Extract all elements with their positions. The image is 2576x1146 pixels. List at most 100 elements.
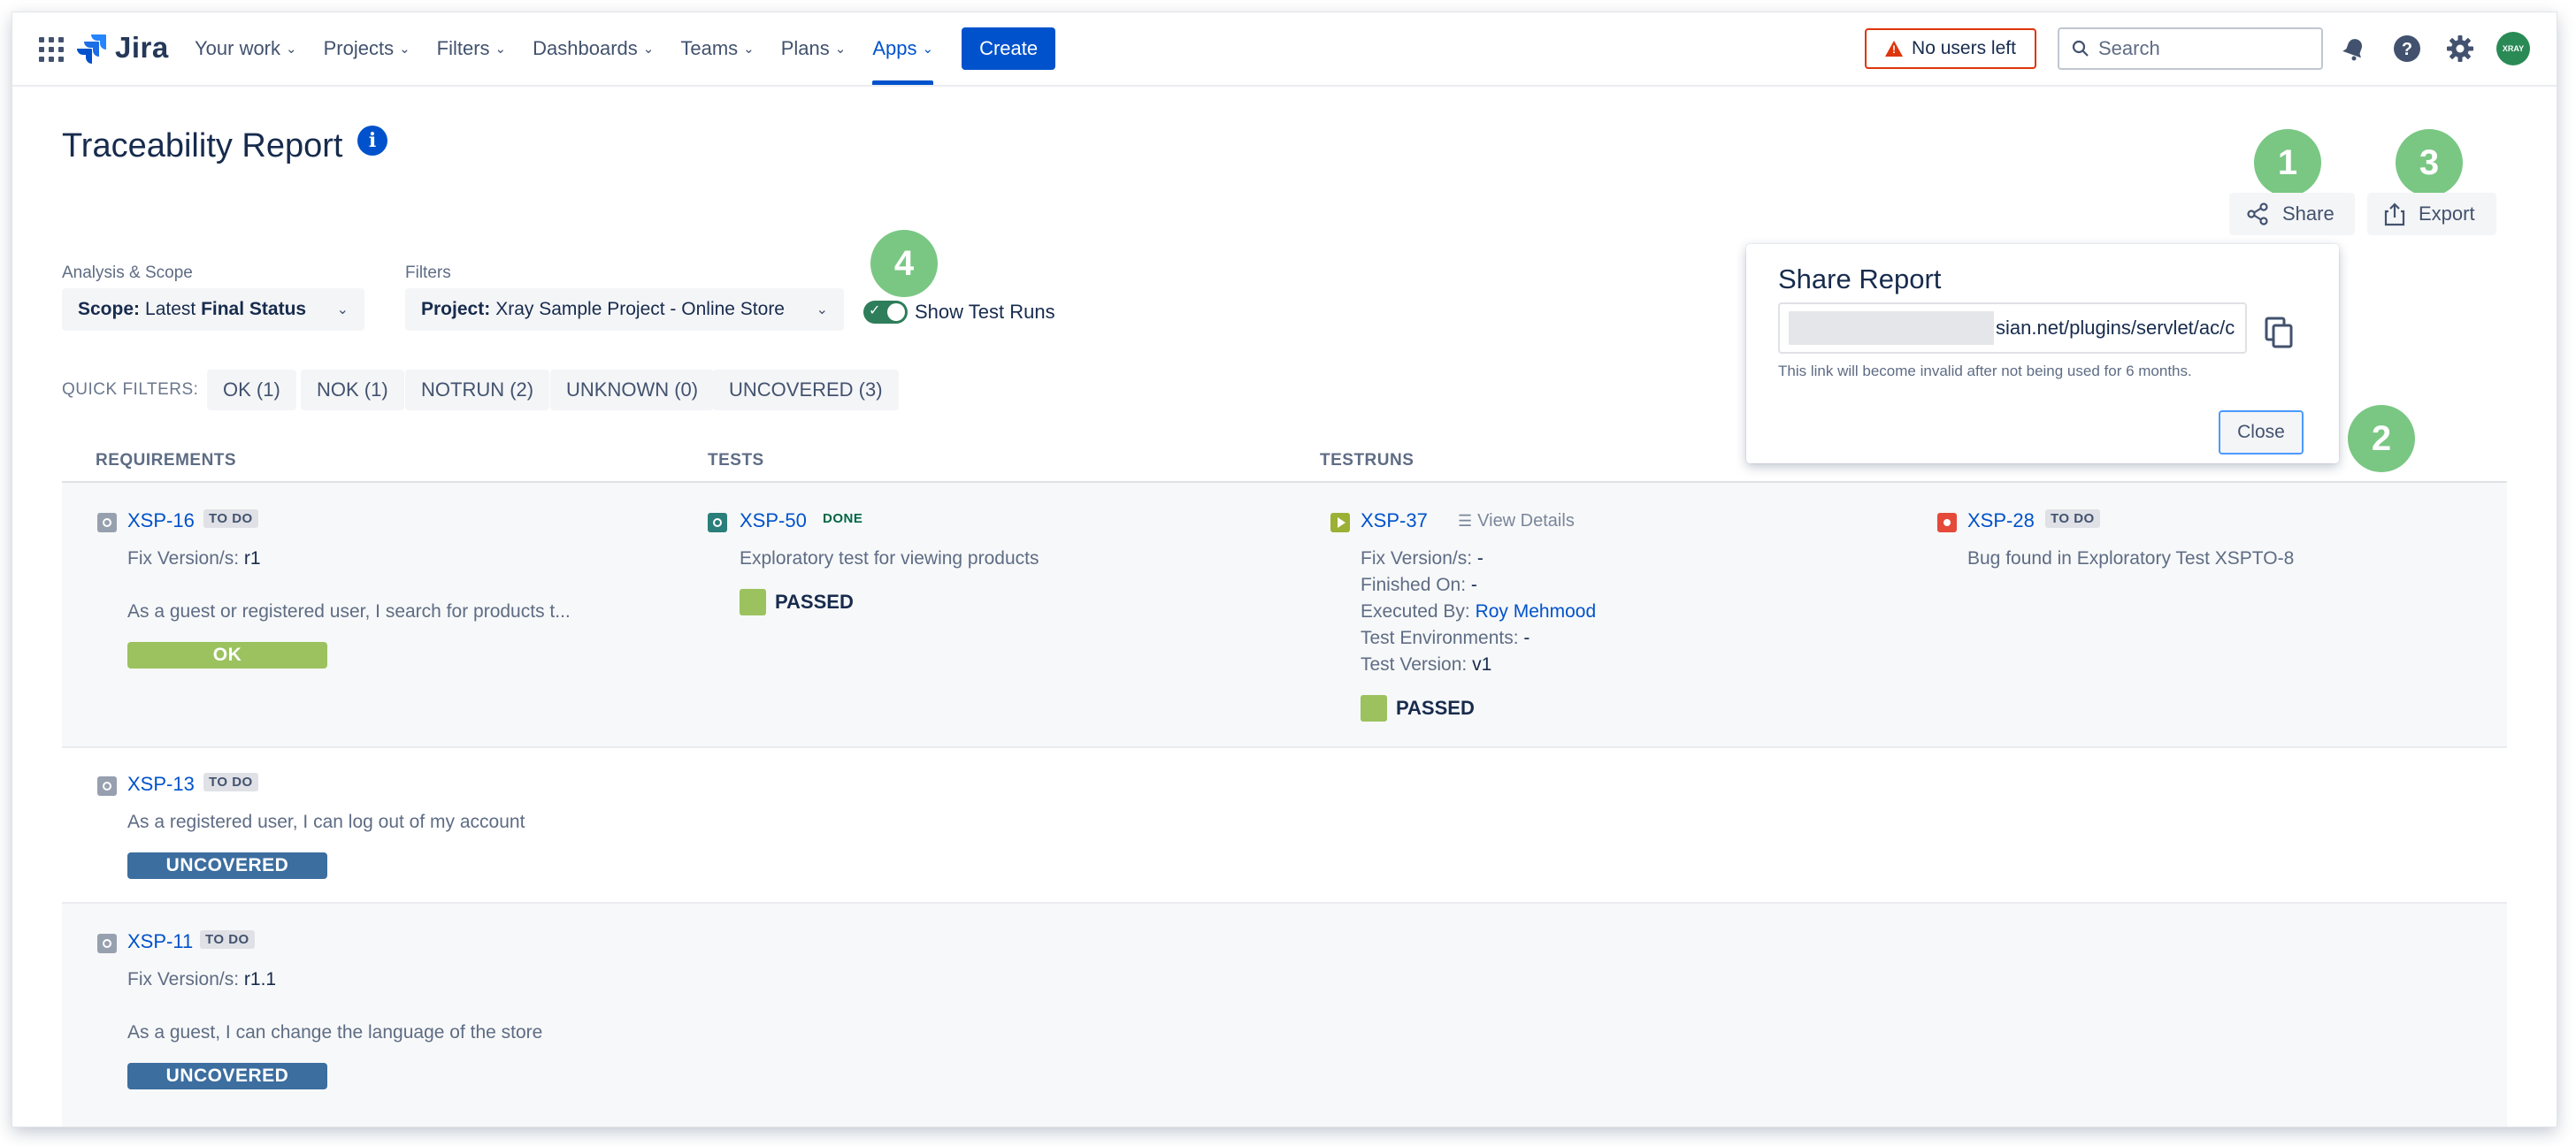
share-url-field[interactable]: sian.net/plugins/servlet/ac/c [1778,302,2247,354]
create-button[interactable]: Create [962,27,1056,70]
callout-badge-1: 1 [2254,129,2321,196]
project-key: Project: [421,299,491,319]
copy-icon[interactable] [2261,315,2296,350]
requirement-key-link[interactable]: XSP-16 [127,509,195,532]
export-label: Export [2419,202,2475,225]
nav-teams[interactable]: Teams ⌄ [680,12,754,85]
quick-filters-label: QUICK FILTERS: [62,380,199,399]
requirement-summary: As a registered user, I can log out of m… [127,812,525,832]
test-result: PASSED [740,589,854,615]
status-badge: TO DO [2045,509,2100,528]
export-button[interactable]: Export [2367,193,2496,235]
no-users-left-label: No users left [1912,38,2016,58]
chevron-down-icon: ⌄ [834,42,847,57]
nav-apps-label: Apps [872,37,917,59]
table-row [62,904,2507,1127]
nav-plans-label: Plans [780,37,830,59]
user-avatar[interactable]: XRAY [2496,32,2530,65]
app-switcher-icon[interactable] [39,37,64,62]
quick-filter-unknown[interactable]: UNKNOWN (0) [550,370,715,410]
nav-dashboards-label: Dashboards [533,37,638,59]
test-key-link[interactable]: XSP-50 [740,509,807,532]
defect-summary: Bug found in Exploratory Test XSPTO-8 [1967,548,2295,569]
jira-logo-icon [77,34,106,64]
analysis-scope-label: Analysis & Scope [62,264,193,282]
testrun-finished-value: - [1470,575,1477,595]
status-badge: DONE [823,511,863,526]
testrun-env-value: - [1523,628,1530,648]
nav-your-work-label: Your work [195,37,281,59]
info-icon[interactable]: i [357,126,387,156]
quick-filter-notrun[interactable]: NOTRUN (2) [405,370,550,410]
testrun-fix-value: - [1476,548,1484,569]
page-title: Traceability Report [62,127,343,164]
fix-version-value: r1.1 [243,969,277,989]
chevron-down-icon: ⌄ [336,302,349,317]
row-divider [62,746,2507,748]
testrun-result-label: PASSED [1396,697,1475,719]
scope-select[interactable]: Scope: Latest Final Status ⌄ [62,288,364,331]
testrun-environments: Test Environments: - [1361,628,1530,649]
testrun-key-link[interactable]: XSP-37 [1361,509,1428,532]
column-header-requirements: REQUIREMENTS [96,451,237,470]
share-button[interactable]: Share [2229,193,2355,235]
jira-logo-text: Jira [115,31,169,64]
settings-gear-icon[interactable] [2443,32,2477,65]
warning-icon: ! [1885,41,1904,57]
nav-your-work[interactable]: Your work ⌄ [195,12,297,85]
view-details-label: View Details [1477,511,1575,531]
testrun-ver-label: Test Version: [1361,654,1468,675]
status-badge: TO DO [203,509,258,528]
jira-logo[interactable]: Jira [76,30,169,65]
quick-filter-ok[interactable]: OK (1) [207,370,296,410]
close-button[interactable]: Close [2219,410,2304,455]
column-header-testruns: TESTRUNS [1320,451,1414,470]
testrun-test-version: Test Version: v1 [1361,654,1491,676]
requirement-fix-version: Fix Version/s: r1.1 [127,969,276,990]
details-list-icon: ☰ [1458,512,1473,530]
callout-badge-3: 3 [2396,129,2463,196]
filters-label: Filters [405,264,451,282]
app-window: Jira Your work ⌄ Projects ⌄ Filters ⌄ Dashb… [12,12,2557,1127]
search-input[interactable]: Search [2058,27,2323,70]
nav-plans[interactable]: Plans ⌄ [781,12,847,85]
help-icon[interactable]: ? [2390,32,2424,65]
requirement-key-link[interactable]: XSP-13 [127,773,195,796]
coverage-status-badge: UNCOVERED [127,852,327,879]
test-result-label: PASSED [775,591,854,613]
share-url-value: sian.net/plugins/servlet/ac/c [1996,317,2235,339]
quick-filter-uncovered[interactable]: UNCOVERED (3) [713,370,899,410]
project-select[interactable]: Project: Xray Sample Project - Online Sto… [405,288,844,331]
check-icon: ✓ [869,303,881,318]
testrun-ver-value: v1 [1472,654,1492,675]
callout-badge-2: 2 [2348,405,2415,472]
bug-icon [1937,513,1957,532]
requirement-key-link[interactable]: XSP-11 [127,930,193,953]
scope-key: Scope: [78,299,141,319]
defect-key-link[interactable]: XSP-28 [1967,509,2035,532]
nav-dashboards[interactable]: Dashboards ⌄ [533,12,654,85]
story-icon [97,934,117,953]
coverage-status-badge: OK [127,642,327,668]
nav-apps[interactable]: Apps ⌄ [872,12,933,85]
executor-link[interactable]: Roy Mehmood [1476,601,1597,622]
no-users-left-alert[interactable]: ! No users left [1865,28,2036,69]
nav-projects[interactable]: Projects ⌄ [324,12,410,85]
callout-badge-4: 4 [870,230,938,297]
project-select-value: Project: Xray Sample Project - Online Sto… [421,299,785,320]
share-report-popup: Share Report sian.net/plugins/servlet/ac… [1746,244,2339,463]
quick-filter-nok[interactable]: NOK (1) [301,370,404,410]
search-placeholder: Search [2098,37,2160,59]
show-test-runs-toggle[interactable]: ✓ [863,301,908,324]
fix-version-label: Fix Version/s: [127,548,240,569]
view-details-link[interactable]: ☰ View Details [1458,511,1575,531]
nav-filters[interactable]: Filters ⌄ [437,12,506,85]
primary-nav: Your work ⌄ Projects ⌄ Filters ⌄ Dashboards… [195,12,1056,85]
scope-select-value: Scope: Latest Final Status [78,299,311,320]
share-icon [2247,202,2268,225]
test-summary: Exploratory test for viewing products [740,548,1039,569]
status-badge: TO DO [200,930,255,949]
testrun-finished-label: Finished On: [1361,575,1467,595]
requirement-fix-version: Fix Version/s: r1 [127,548,261,569]
notifications-icon[interactable] [2337,32,2371,65]
